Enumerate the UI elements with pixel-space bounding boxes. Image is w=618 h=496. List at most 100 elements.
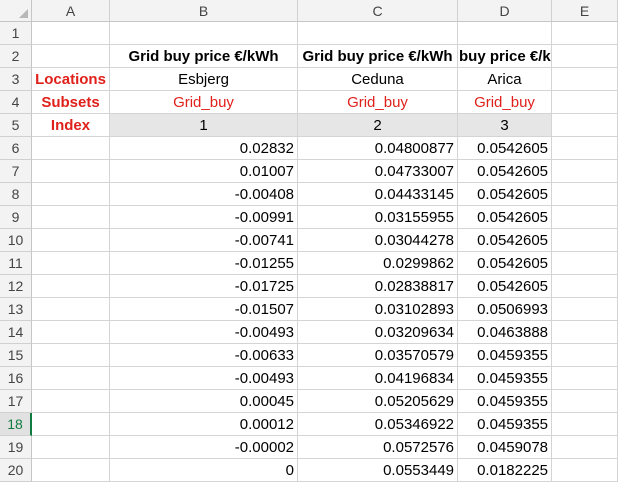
cell-d17[interactable]: 0.0459355	[458, 390, 552, 413]
cell-b8[interactable]: -0.00408	[110, 183, 298, 206]
cell-c19[interactable]: 0.0572576	[298, 436, 458, 459]
cell-b5[interactable]: 1	[110, 114, 298, 137]
cell-a10[interactable]	[32, 229, 110, 252]
row-header-8[interactable]: 8	[0, 183, 32, 206]
cell-c6[interactable]: 0.04800877	[298, 137, 458, 160]
cell-b4[interactable]: Grid_buy	[110, 91, 298, 114]
cell-c12[interactable]: 0.02838817	[298, 275, 458, 298]
cell-d5[interactable]: 3	[458, 114, 552, 137]
cell-b11[interactable]: -0.01255	[110, 252, 298, 275]
cell-b10[interactable]: -0.00741	[110, 229, 298, 252]
cell-a14[interactable]	[32, 321, 110, 344]
cell-d3[interactable]: Arica	[458, 68, 552, 91]
cell-c18[interactable]: 0.05346922	[298, 413, 458, 436]
cell-e17[interactable]	[552, 390, 618, 413]
cell-b6[interactable]: 0.02832	[110, 137, 298, 160]
cell-a17[interactable]	[32, 390, 110, 413]
cell-d7[interactable]: 0.0542605	[458, 160, 552, 183]
row-header-15[interactable]: 15	[0, 344, 32, 367]
cell-e2[interactable]	[552, 45, 618, 68]
column-header-c[interactable]: C	[298, 0, 458, 22]
cell-a13[interactable]	[32, 298, 110, 321]
cell-e13[interactable]	[552, 298, 618, 321]
cell-c16[interactable]: 0.04196834	[298, 367, 458, 390]
cell-e8[interactable]	[552, 183, 618, 206]
row-header-11[interactable]: 11	[0, 252, 32, 275]
cell-a4[interactable]: Subsets	[32, 91, 110, 114]
cell-a16[interactable]	[32, 367, 110, 390]
cell-b16[interactable]: -0.00493	[110, 367, 298, 390]
cell-b12[interactable]: -0.01725	[110, 275, 298, 298]
cell-b7[interactable]: 0.01007	[110, 160, 298, 183]
cell-d6[interactable]: 0.0542605	[458, 137, 552, 160]
cell-b18[interactable]: 0.00012	[110, 413, 298, 436]
row-header-9[interactable]: 9	[0, 206, 32, 229]
cell-c14[interactable]: 0.03209634	[298, 321, 458, 344]
cell-a3[interactable]: Locations	[32, 68, 110, 91]
cell-c4[interactable]: Grid_buy	[298, 91, 458, 114]
cell-d8[interactable]: 0.0542605	[458, 183, 552, 206]
column-header-d[interactable]: D	[458, 0, 552, 22]
column-header-a[interactable]: A	[32, 0, 110, 22]
row-header-6[interactable]: 6	[0, 137, 32, 160]
cell-a6[interactable]	[32, 137, 110, 160]
cell-e1[interactable]	[552, 22, 618, 45]
cell-d11[interactable]: 0.0542605	[458, 252, 552, 275]
row-header-17[interactable]: 17	[0, 390, 32, 413]
cell-e5[interactable]	[552, 114, 618, 137]
cell-c9[interactable]: 0.03155955	[298, 206, 458, 229]
cell-d1[interactable]	[458, 22, 552, 45]
select-all-corner[interactable]	[0, 0, 32, 22]
cell-b9[interactable]: -0.00991	[110, 206, 298, 229]
cell-c7[interactable]: 0.04733007	[298, 160, 458, 183]
row-header-5[interactable]: 5	[0, 114, 32, 137]
row-header-20[interactable]: 20	[0, 459, 32, 482]
cell-b3[interactable]: Esbjerg	[110, 68, 298, 91]
cell-d18[interactable]: 0.0459355	[458, 413, 552, 436]
cell-b14[interactable]: -0.00493	[110, 321, 298, 344]
cell-c3[interactable]: Ceduna	[298, 68, 458, 91]
cell-b17[interactable]: 0.00045	[110, 390, 298, 413]
cell-d14[interactable]: 0.0463888	[458, 321, 552, 344]
cell-c20[interactable]: 0.0553449	[298, 459, 458, 482]
row-header-7[interactable]: 7	[0, 160, 32, 183]
cell-c8[interactable]: 0.04433145	[298, 183, 458, 206]
cell-a9[interactable]	[32, 206, 110, 229]
cell-e16[interactable]	[552, 367, 618, 390]
cell-e11[interactable]	[552, 252, 618, 275]
cell-b2[interactable]: Grid buy price €/kWh	[110, 45, 298, 68]
cell-b20[interactable]: 0	[110, 459, 298, 482]
cell-d9[interactable]: 0.0542605	[458, 206, 552, 229]
cell-b13[interactable]: -0.01507	[110, 298, 298, 321]
cell-c17[interactable]: 0.05205629	[298, 390, 458, 413]
cell-a1[interactable]	[32, 22, 110, 45]
cell-e20[interactable]	[552, 459, 618, 482]
row-header-16[interactable]: 16	[0, 367, 32, 390]
cell-e12[interactable]	[552, 275, 618, 298]
cell-d2[interactable]: buy price €/kWh	[458, 45, 552, 68]
column-header-b[interactable]: B	[110, 0, 298, 22]
cell-e10[interactable]	[552, 229, 618, 252]
row-header-12[interactable]: 12	[0, 275, 32, 298]
cell-d10[interactable]: 0.0542605	[458, 229, 552, 252]
cell-e14[interactable]	[552, 321, 618, 344]
cell-e4[interactable]	[552, 91, 618, 114]
row-header-10[interactable]: 10	[0, 229, 32, 252]
cell-d15[interactable]: 0.0459355	[458, 344, 552, 367]
cell-e7[interactable]	[552, 160, 618, 183]
row-header-3[interactable]: 3	[0, 68, 32, 91]
cell-c11[interactable]: 0.0299862	[298, 252, 458, 275]
cell-c13[interactable]: 0.03102893	[298, 298, 458, 321]
cell-a5[interactable]: Index	[32, 114, 110, 137]
cell-a18[interactable]	[32, 413, 110, 436]
cell-a2[interactable]	[32, 45, 110, 68]
row-header-19[interactable]: 19	[0, 436, 32, 459]
cell-e3[interactable]	[552, 68, 618, 91]
row-header-4[interactable]: 4	[0, 91, 32, 114]
cell-d12[interactable]: 0.0542605	[458, 275, 552, 298]
cell-b15[interactable]: -0.00633	[110, 344, 298, 367]
cell-d20[interactable]: 0.0182225	[458, 459, 552, 482]
cell-d4[interactable]: Grid_buy	[458, 91, 552, 114]
row-header-1[interactable]: 1	[0, 22, 32, 45]
cell-c1[interactable]	[298, 22, 458, 45]
